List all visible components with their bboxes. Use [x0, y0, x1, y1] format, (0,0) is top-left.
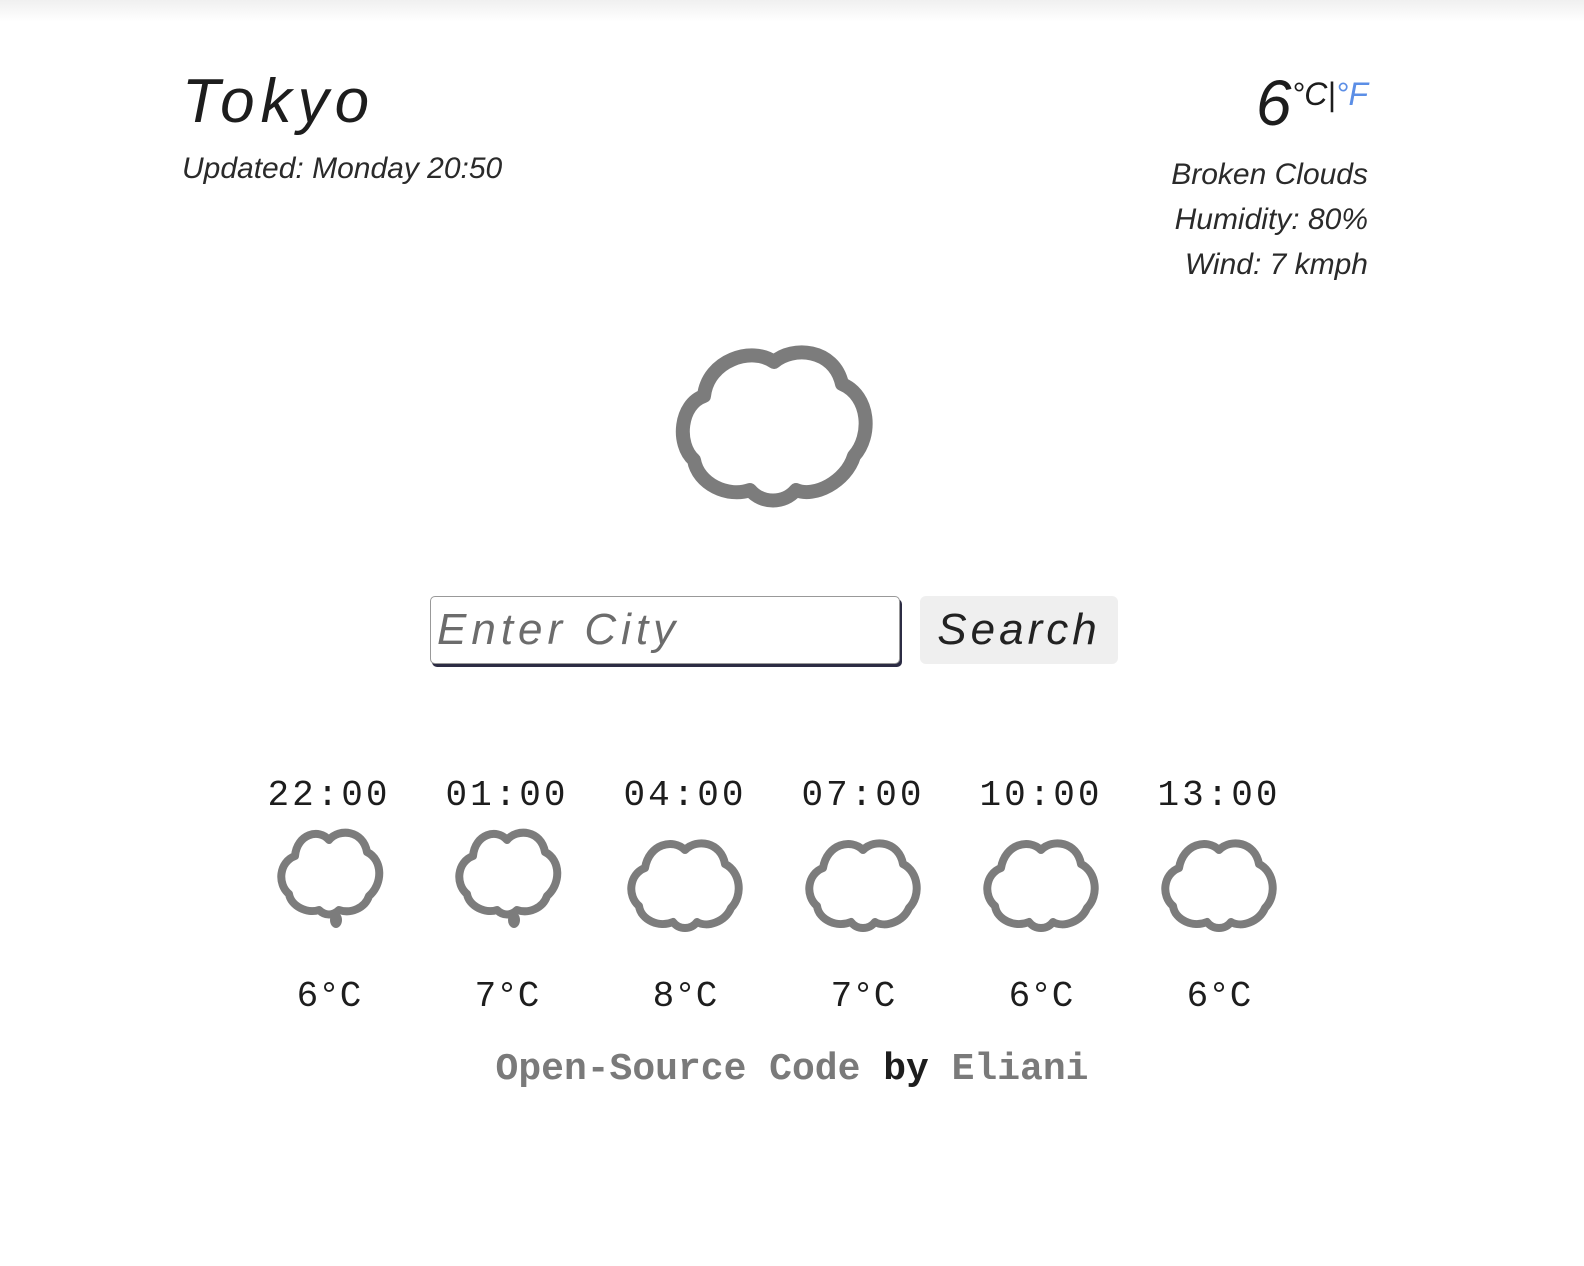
cloud-icon	[1161, 839, 1277, 932]
cloud-icon	[983, 839, 1099, 932]
cloud-icon	[627, 839, 743, 932]
forecast-item: 10:00 6°C	[952, 774, 1130, 1017]
updated-time: Updated: Monday 20:50	[182, 152, 503, 185]
current-temperature-block: 6°C|°F	[1256, 66, 1368, 140]
forecast-time: 13:00	[1157, 775, 1281, 816]
forecast-item: 13:00 6°C	[1130, 774, 1308, 1017]
unit-fahrenheit-toggle[interactable]: °F	[1336, 76, 1368, 112]
unit-celsius-toggle[interactable]: °C	[1291, 76, 1327, 112]
cloud-icon	[675, 345, 873, 508]
forecast-time: 04:00	[623, 775, 747, 816]
forecast-time: 07:00	[801, 775, 925, 816]
forecast-time: 01:00	[445, 775, 569, 816]
forecast-temperature: 7°C	[474, 976, 540, 1017]
humidity: Humidity: 80%	[1174, 203, 1368, 236]
weather-description: Broken Clouds	[1171, 158, 1368, 191]
forecast-item: 01:00 7°C	[418, 774, 596, 1017]
forecast-temperature: 7°C	[830, 976, 896, 1017]
source-code-link[interactable]: Open-Source Code	[496, 1048, 861, 1091]
search-button[interactable]: Search	[920, 596, 1118, 664]
forecast-temperature: 6°C	[1008, 976, 1074, 1017]
forecast-time: 10:00	[979, 775, 1103, 816]
current-temperature: 6	[1255, 67, 1292, 139]
footer: Open-Source Code by Eliani	[0, 1048, 1584, 1091]
hourly-forecast: 22:00 6°C 01:00 7°C 04:00 8°C 07:00 7°C …	[240, 774, 1308, 1017]
forecast-item: 07:00 7°C	[774, 774, 952, 1017]
forecast-item: 04:00 8°C	[596, 774, 774, 1017]
forecast-item: 22:00 6°C	[240, 774, 418, 1017]
author-link[interactable]: Eliani	[952, 1048, 1089, 1091]
cloud-drizzle-icon	[455, 828, 562, 928]
forecast-temperature: 6°C	[296, 976, 362, 1017]
unit-separator: |	[1327, 76, 1336, 112]
cloud-icon	[805, 839, 921, 932]
current-conditions: Broken Clouds Humidity: 80% Wind: 7 kmph	[1171, 152, 1368, 287]
city-name: Tokyo	[182, 67, 376, 136]
forecast-temperature: 6°C	[1186, 976, 1252, 1017]
forecast-temperature: 8°C	[652, 976, 718, 1017]
wind-speed: Wind: 7 kmph	[1184, 248, 1368, 281]
city-search-input[interactable]	[430, 596, 900, 664]
forecast-time: 22:00	[267, 775, 391, 816]
footer-by-text: by	[883, 1048, 929, 1091]
top-shadow	[0, 0, 1584, 22]
cloud-drizzle-icon	[277, 828, 384, 928]
